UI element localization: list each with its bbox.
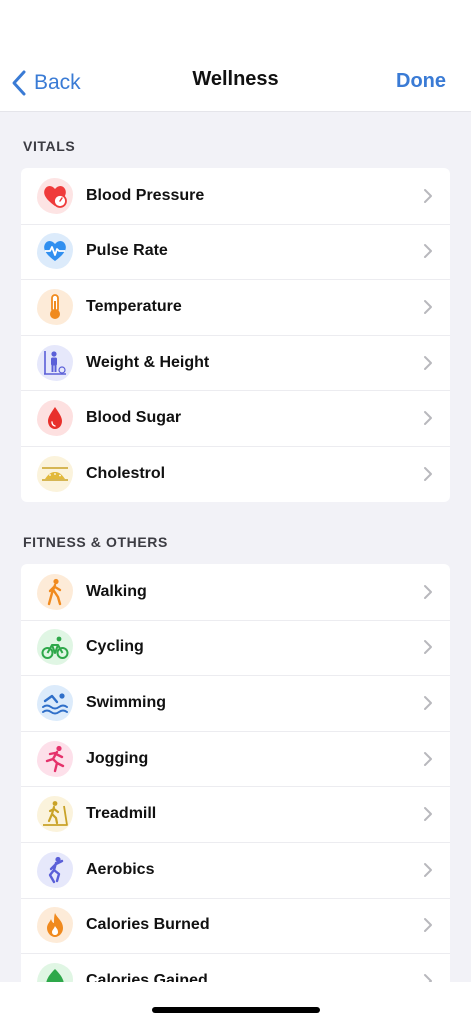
flame-icon <box>35 905 75 945</box>
swimming-icon <box>35 683 75 723</box>
item-label: Pulse Rate <box>86 242 168 260</box>
heart-pulse-icon <box>35 231 75 271</box>
chevron-right-icon <box>424 918 432 933</box>
list-item-blood-sugar[interactable]: Blood Sugar <box>21 390 450 446</box>
walking-icon <box>35 572 75 612</box>
chevron-right-icon <box>424 466 432 481</box>
section-header-fitness: FITNESS & OTHERS <box>23 534 168 550</box>
item-label: Weight & Height <box>86 353 210 371</box>
artery-icon <box>35 454 75 494</box>
home-indicator[interactable] <box>152 1007 320 1013</box>
item-label: Aerobics <box>86 860 155 878</box>
list-item-jogging[interactable]: Jogging <box>21 730 450 787</box>
item-label: Temperature <box>86 297 182 315</box>
status-bar <box>0 0 471 52</box>
chevron-right-icon <box>424 244 432 259</box>
list-item-treadmill[interactable]: Treadmill <box>21 786 450 842</box>
vitals-list: Blood Pressure Pulse Rate Temperature We… <box>21 168 450 502</box>
list-item-swimming[interactable]: Swimming <box>21 675 450 731</box>
item-label: Treadmill <box>86 805 157 823</box>
list-item-pulse-rate[interactable]: Pulse Rate <box>21 223 450 280</box>
item-label: Walking <box>86 582 147 600</box>
list-item-temperature[interactable]: Temperature <box>21 279 450 335</box>
chevron-right-icon <box>424 973 432 982</box>
bottom-bar <box>0 982 471 1024</box>
item-label: Calories Gained <box>86 971 208 982</box>
list-item-walking[interactable]: Walking <box>21 564 450 620</box>
item-label: Blood Sugar <box>86 409 182 427</box>
blood-drop-icon <box>35 398 75 438</box>
heart-gauge-icon <box>35 176 75 216</box>
thermometer-icon <box>35 287 75 327</box>
aerobics-icon <box>35 850 75 890</box>
list-item-cycling[interactable]: Cycling <box>21 619 450 676</box>
chevron-right-icon <box>424 355 432 370</box>
chevron-right-icon <box>424 807 432 822</box>
person-scale-icon <box>35 343 75 383</box>
item-label: Cycling <box>86 638 144 656</box>
done-button[interactable]: Done <box>396 70 446 93</box>
fitness-list: Walking Cycling Swimming Jogging Treadmi… <box>21 564 450 982</box>
chevron-right-icon <box>424 751 432 766</box>
item-label: Calories Burned <box>86 916 210 934</box>
leaf-icon <box>35 961 75 982</box>
chevron-right-icon <box>424 188 432 203</box>
cycling-icon <box>35 627 75 667</box>
navigation-bar: Back Wellness Done <box>0 52 471 112</box>
list-item-calories-gained[interactable]: Calories Gained <box>21 953 450 982</box>
section-header-vitals: VITALS <box>23 138 76 154</box>
item-label: Blood Pressure <box>86 186 205 204</box>
item-label: Jogging <box>86 749 149 767</box>
treadmill-icon <box>35 794 75 834</box>
list-item-blood-pressure[interactable]: Blood Pressure <box>21 168 450 224</box>
item-label: Swimming <box>86 693 167 711</box>
list-item-weight-height[interactable]: Weight & Height <box>21 334 450 391</box>
chevron-right-icon <box>424 299 432 314</box>
chevron-right-icon <box>424 862 432 877</box>
item-label: Cholestrol <box>86 464 166 482</box>
list-item-cholestrol[interactable]: Cholestrol <box>21 445 450 502</box>
list-item-calories-burned[interactable]: Calories Burned <box>21 897 450 954</box>
wellness-screen: Back Wellness Done VITALS Blood Pressure <box>0 0 471 1024</box>
chevron-right-icon <box>424 640 432 655</box>
jogging-icon <box>35 739 75 779</box>
chevron-right-icon <box>424 695 432 710</box>
chevron-right-icon <box>424 584 432 599</box>
list-item-aerobics[interactable]: Aerobics <box>21 841 450 898</box>
chevron-right-icon <box>424 411 432 426</box>
